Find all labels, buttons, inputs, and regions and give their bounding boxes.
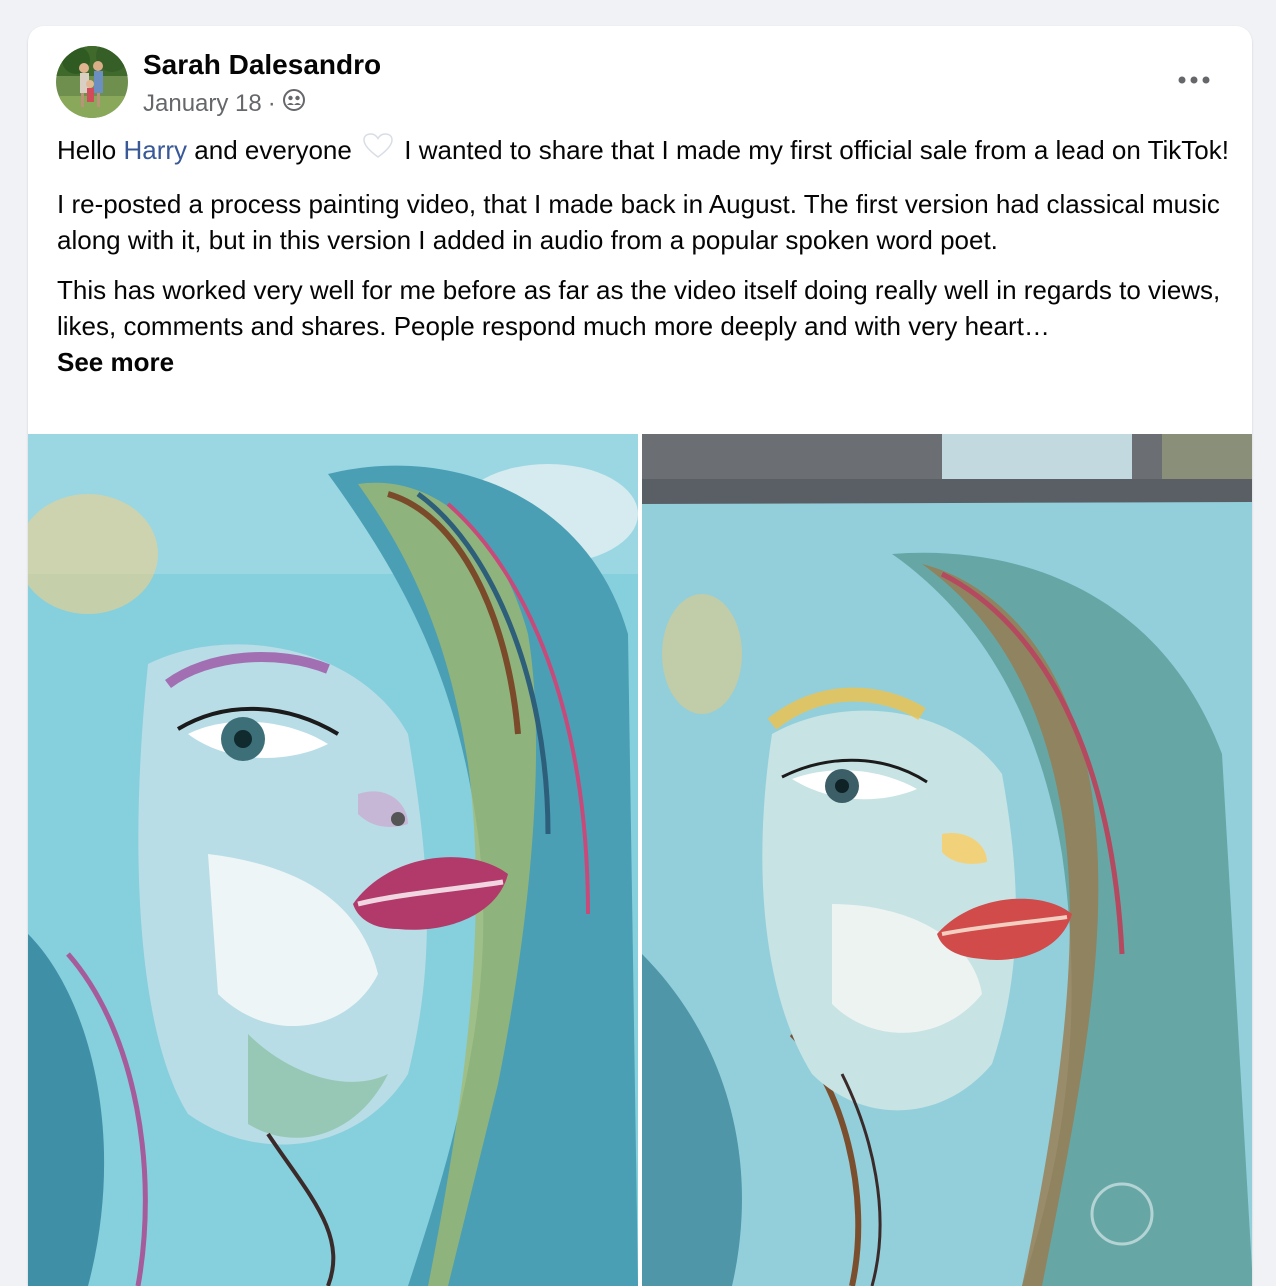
- post-paragraph-2: I re-posted a process painting video, th…: [57, 189, 1220, 256]
- post-meta: January 18 ·: [143, 88, 306, 119]
- author-avatar[interactable]: [56, 46, 128, 118]
- white-heart-icon: [363, 132, 393, 168]
- post-paragraph-3: This has worked very well for me before …: [57, 275, 1221, 342]
- photo-painting-on-easel[interactable]: [641, 434, 1252, 1286]
- photo-grid: [28, 434, 1252, 1286]
- post-card: Sarah Dalesandro January 18 · Hello Harr…: [28, 26, 1252, 1286]
- author-name[interactable]: Sarah Dalesandro: [143, 49, 381, 81]
- photo-painting-closeup[interactable]: [28, 434, 639, 1286]
- post-paragraph-1: Hello Harry and everyone I wanted to sha…: [57, 132, 1232, 172]
- mention-link[interactable]: Harry: [123, 135, 187, 165]
- friends-icon[interactable]: [282, 88, 306, 119]
- see-more-link[interactable]: See more: [57, 344, 174, 380]
- more-horizontal-icon: [1178, 76, 1210, 84]
- meta-separator: ·: [267, 89, 276, 117]
- post-text: Hello Harry and everyone I wanted to sha…: [57, 132, 1232, 380]
- post-options-button[interactable]: [1170, 62, 1218, 98]
- post-date[interactable]: January 18: [143, 90, 262, 118]
